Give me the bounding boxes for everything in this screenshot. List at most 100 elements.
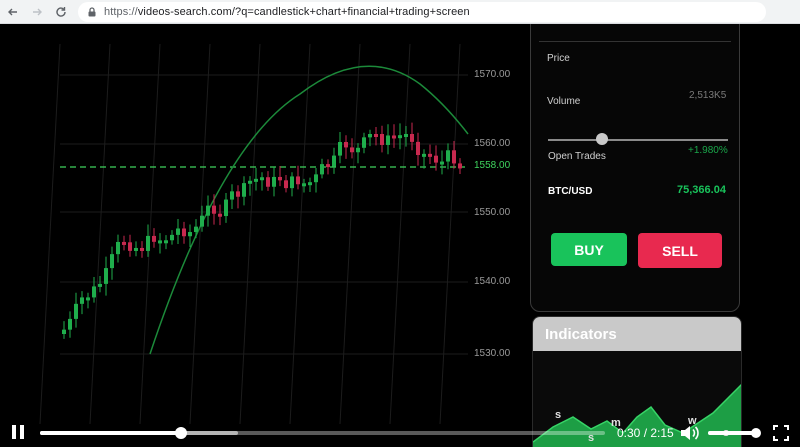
candle-body	[428, 153, 432, 157]
candle-body	[392, 135, 396, 139]
volume-bar-handle[interactable]	[750, 428, 761, 438]
candle-body	[62, 329, 66, 334]
pair-label: BTC/USD	[548, 186, 593, 197]
candle-body	[152, 235, 156, 242]
candle-body	[452, 150, 456, 164]
volume-slider-knob[interactable]	[596, 133, 608, 145]
volume-bar-level	[708, 431, 756, 435]
candle-body	[440, 161, 444, 165]
price-tick-label: 1570.00	[474, 69, 511, 80]
grid-line	[239, 43, 261, 425]
panel-divider	[539, 41, 731, 42]
price-tick-label: 1530.00	[474, 348, 511, 359]
browser-toolbar: https://videos-search.com/?q=candlestick…	[0, 0, 800, 24]
candle-body	[272, 176, 276, 187]
candle-body	[308, 182, 312, 186]
candle-body	[368, 134, 372, 138]
candle-body	[140, 247, 144, 251]
grid-line	[389, 43, 411, 425]
candle-body	[386, 135, 390, 145]
trading-panel	[530, 24, 740, 312]
candle-body	[254, 178, 258, 182]
candle-body	[380, 134, 384, 145]
reload-button[interactable]	[50, 1, 72, 23]
forward-button[interactable]	[26, 1, 48, 23]
open-trades-label: Open Trades	[548, 151, 606, 162]
candle-body	[320, 164, 324, 175]
candle-body	[80, 297, 84, 304]
price-label: Price	[547, 53, 570, 64]
candle-body	[290, 176, 294, 189]
grid-line	[189, 43, 211, 425]
candle-body	[212, 205, 216, 214]
candle-body	[302, 183, 306, 187]
candle-body	[206, 205, 210, 216]
grid-line	[89, 43, 111, 425]
candle-body	[116, 241, 120, 255]
candle-body	[296, 176, 300, 185]
reload-icon	[56, 7, 66, 17]
candle-body	[200, 215, 204, 227]
candle-body	[98, 283, 102, 287]
candle-body	[374, 134, 378, 137]
candle-body	[68, 318, 72, 330]
price-tick-label: 1560.00	[474, 138, 511, 149]
arrow-right-icon	[33, 8, 42, 16]
candle-body	[446, 150, 450, 162]
candle-body	[314, 174, 318, 183]
price-tick-label: 1558.00	[474, 160, 511, 171]
grid-line	[289, 43, 311, 425]
seek-bar-played	[40, 431, 182, 435]
candle-body	[194, 226, 198, 233]
grid-line	[439, 43, 461, 425]
candle-body	[248, 180, 252, 184]
video-player[interactable]: 1570.00 1560.00 1558.00 1550.00 1540.00 1530.…	[0, 24, 800, 447]
candle-body	[260, 177, 264, 181]
candle-body	[134, 247, 138, 251]
candle-body	[110, 254, 114, 269]
grid-line	[339, 43, 361, 425]
pair-price: 75,366.04	[677, 184, 726, 196]
volume-value: 2,513K5	[689, 90, 727, 101]
sell-button[interactable]: SELL	[638, 233, 722, 268]
candle-body	[92, 286, 96, 298]
candle-body	[236, 191, 240, 197]
candle-body	[350, 147, 354, 153]
volume-label: Volume	[547, 96, 581, 107]
pause-icon[interactable]	[12, 425, 24, 439]
volume-slider-track[interactable]	[548, 139, 728, 141]
fullscreen-icon[interactable]	[773, 425, 789, 441]
candle-body	[434, 155, 438, 163]
candle-body	[242, 183, 246, 197]
candle-body	[86, 297, 90, 301]
url-host-path: videos-search.com/?q=candlestick+chart+f…	[137, 6, 470, 18]
candle-body	[104, 268, 108, 284]
candle-body	[416, 141, 420, 156]
url-scheme: https://	[104, 6, 138, 18]
url-text: https://videos-search.com/?q=candlestick…	[104, 6, 470, 18]
candle-body	[338, 142, 342, 156]
buy-button[interactable]: BUY	[551, 233, 627, 266]
candle-body	[218, 213, 222, 217]
address-bar[interactable]: https://videos-search.com/?q=candlestick…	[78, 2, 766, 22]
candle-body	[182, 228, 186, 237]
candle-body	[170, 234, 174, 241]
candle-body	[398, 135, 402, 139]
lock-icon	[88, 7, 96, 17]
candle-body	[410, 134, 414, 142]
open-trades-value: +1.980%	[688, 145, 728, 156]
candle-body	[266, 177, 270, 187]
candle-body	[158, 240, 162, 244]
candle-body	[404, 134, 408, 137]
back-button[interactable]	[2, 1, 24, 23]
candle-body	[278, 176, 282, 181]
volume-icon[interactable]	[680, 425, 700, 441]
candle-body	[128, 242, 132, 251]
candle-body	[422, 153, 426, 157]
candle-body	[122, 241, 126, 245]
candle-body	[362, 137, 366, 148]
candle-body	[146, 235, 150, 251]
candle-body	[344, 142, 348, 148]
trend-arc	[149, 65, 469, 355]
candle-body	[284, 180, 288, 189]
